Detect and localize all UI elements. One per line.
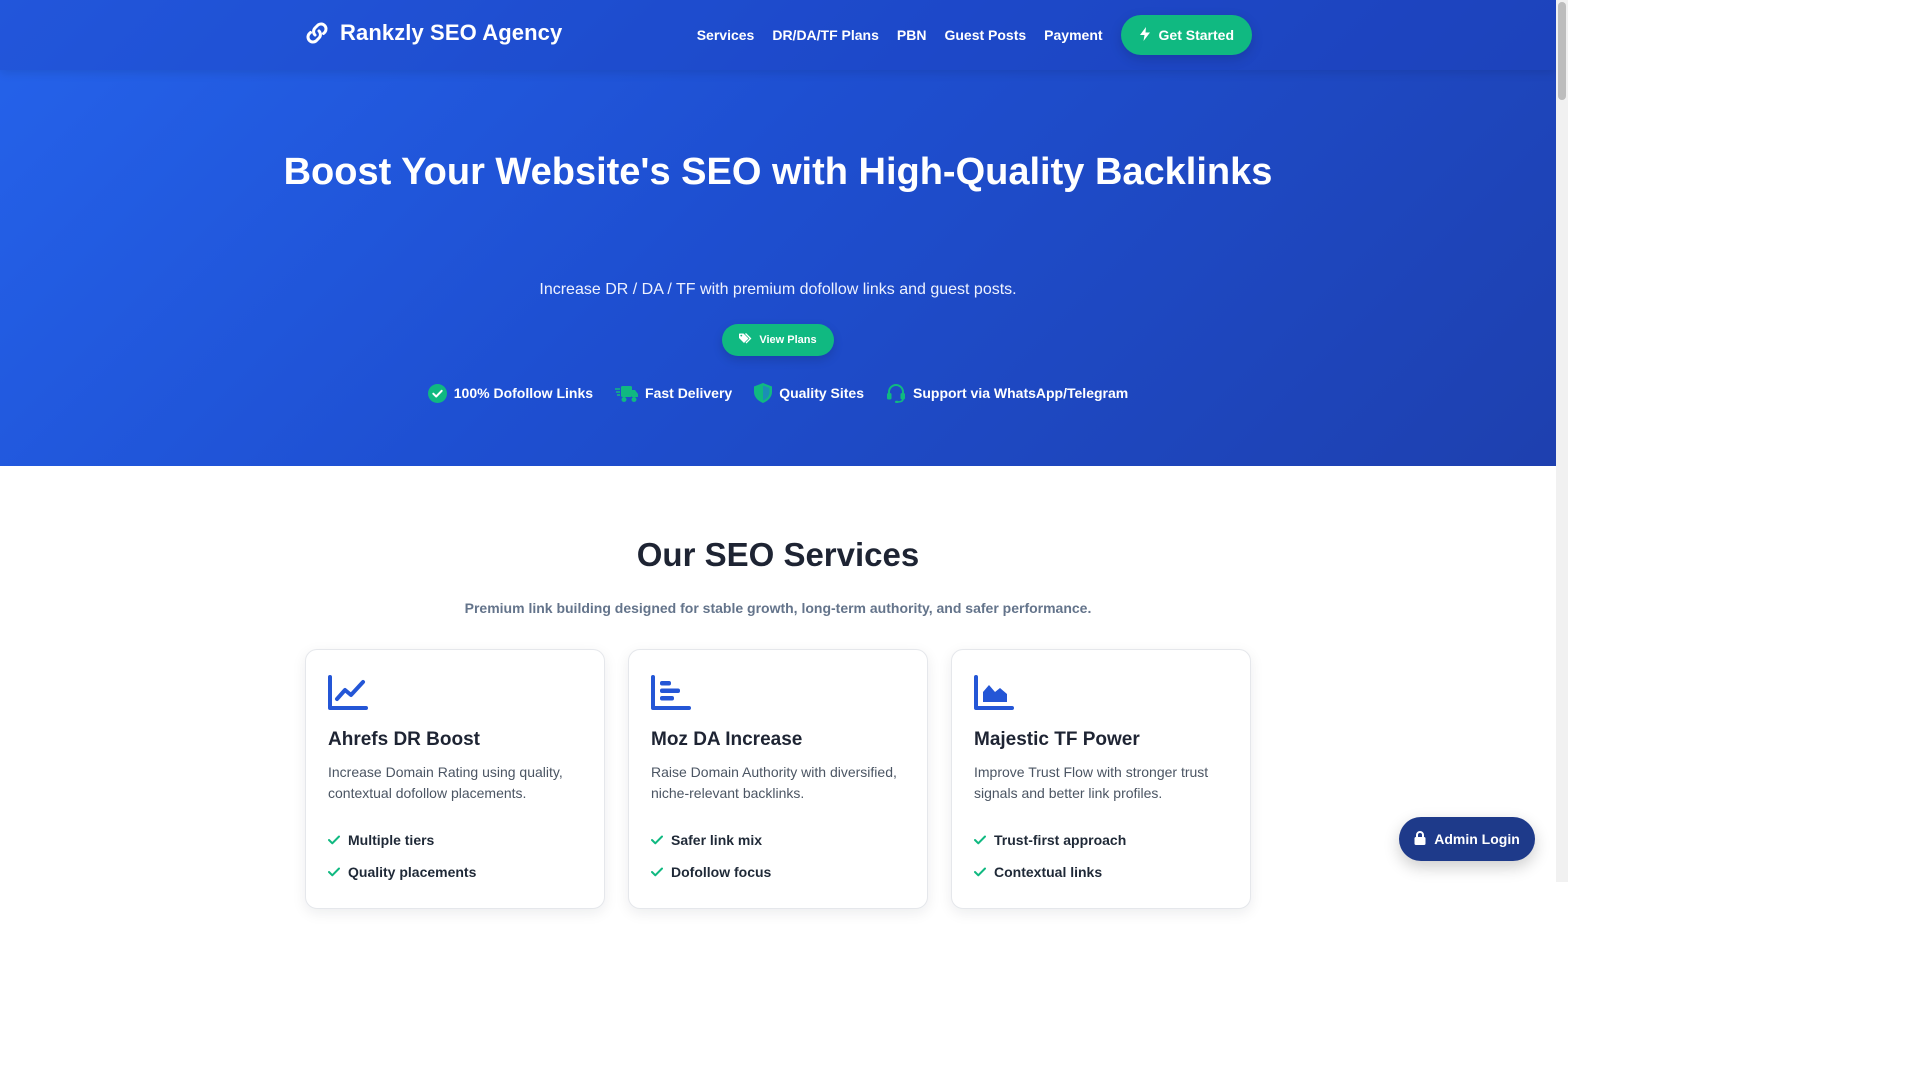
list-item-label: Dofollow focus [671, 864, 772, 880]
list-item-label: Quality placements [348, 864, 477, 880]
feature-label: Support via WhatsApp/Telegram [913, 385, 1129, 401]
list-item-label: Contextual links [994, 864, 1103, 880]
feature-label: Quality Sites [779, 385, 864, 401]
bolt-icon [1139, 26, 1151, 44]
scrollbar-thumb[interactable] [1558, 2, 1566, 100]
service-card-tf: Majestic TF Power Improve Trust Flow wit… [951, 649, 1251, 909]
feature-dofollow: 100% Dofollow Links [427, 383, 594, 403]
headset-icon [886, 383, 906, 403]
check-icon [651, 864, 663, 880]
hero-subtitle: Increase DR / DA / TF with premium dofol… [539, 281, 1017, 298]
brand[interactable]: Rankzly SEO Agency [304, 20, 562, 46]
hero-section: Rankzly SEO Agency Services DR/DA/TF Pla… [0, 0, 1556, 466]
feature-label: 100% Dofollow Links [453, 385, 594, 401]
list-item: Multiple tiers [328, 824, 476, 856]
line-chart-icon [328, 675, 368, 711]
list-item: Safer link mix [651, 824, 771, 856]
nav-link-services[interactable]: Services [697, 27, 755, 43]
list-item: Quality placements [328, 856, 476, 888]
card-description: Increase Domain Rating using quality, co… [328, 764, 563, 801]
check-icon [328, 864, 340, 880]
admin-login-button[interactable]: Admin Login [1399, 817, 1535, 861]
admin-login-label: Admin Login [1434, 831, 1520, 847]
nav-link-pbn[interactable]: PBN [897, 27, 927, 43]
service-card-da: Moz DA Increase Raise Domain Authority w… [628, 649, 928, 909]
card-title: Moz DA Increase [651, 729, 803, 750]
brand-name: Rankzly SEO Agency [340, 20, 563, 45]
lock-icon [1414, 830, 1426, 848]
card-title: Majestic TF Power [974, 729, 1140, 750]
nav-link-plans[interactable]: DR/DA/TF Plans [772, 27, 879, 43]
feature-fast-delivery: Fast Delivery [615, 383, 732, 403]
get-started-label: Get Started [1158, 27, 1234, 43]
check-icon [974, 832, 986, 848]
list-item-label: Trust-first approach [994, 832, 1127, 848]
check-icon [974, 864, 986, 880]
card-feature-list: Multiple tiers Quality placements [328, 824, 476, 888]
link-icon [304, 20, 330, 46]
service-card-dr: Ahrefs DR Boost Increase Domain Rating u… [305, 649, 605, 909]
view-plans-button[interactable]: View Plans [722, 324, 834, 356]
card-description: Improve Trust Flow with stronger trust s… [974, 764, 1209, 801]
list-item: Trust-first approach [974, 824, 1126, 856]
list-item: Contextual links [974, 856, 1126, 888]
card-title: Ahrefs DR Boost [328, 729, 481, 750]
list-item-label: Safer link mix [671, 832, 763, 848]
feature-support: Support via WhatsApp/Telegram [886, 383, 1128, 403]
get-started-button[interactable]: Get Started [1120, 15, 1252, 55]
check-icon [328, 832, 340, 848]
main-nav: Services DR/DA/TF Plans PBN Guest Posts … [697, 15, 1252, 55]
bar-chart-icon [651, 675, 691, 711]
card-description: Raise Domain Authority with diversified,… [651, 764, 897, 801]
hero-features: 100% Dofollow Links Fast Delivery Qualit… [0, 383, 1556, 403]
view-plans-label: View Plans [759, 334, 817, 346]
services-title: Our SEO Services [636, 536, 920, 573]
hero-title: Boost Your Website's SEO with High-Quali… [283, 151, 1273, 193]
shield-icon [754, 383, 773, 403]
navbar: Rankzly SEO Agency Services DR/DA/TF Pla… [0, 0, 1556, 70]
nav-link-payment[interactable]: Payment [1044, 27, 1102, 43]
list-item: Dofollow focus [651, 856, 771, 888]
tags-icon [739, 333, 752, 347]
check-circle-icon [427, 383, 447, 403]
nav-link-guest-posts[interactable]: Guest Posts [944, 27, 1026, 43]
area-chart-icon [974, 675, 1014, 711]
list-item-label: Multiple tiers [348, 832, 435, 848]
feature-label: Fast Delivery [645, 385, 733, 401]
truck-icon [615, 384, 639, 403]
card-feature-list: Safer link mix Dofollow focus [651, 824, 771, 888]
feature-quality-sites: Quality Sites [754, 383, 864, 403]
card-feature-list: Trust-first approach Contextual links [974, 824, 1126, 888]
page-scrollbar[interactable] [1556, 0, 1568, 882]
services-subtitle: Premium link building designed for stabl… [464, 600, 1092, 616]
check-icon [651, 832, 663, 848]
